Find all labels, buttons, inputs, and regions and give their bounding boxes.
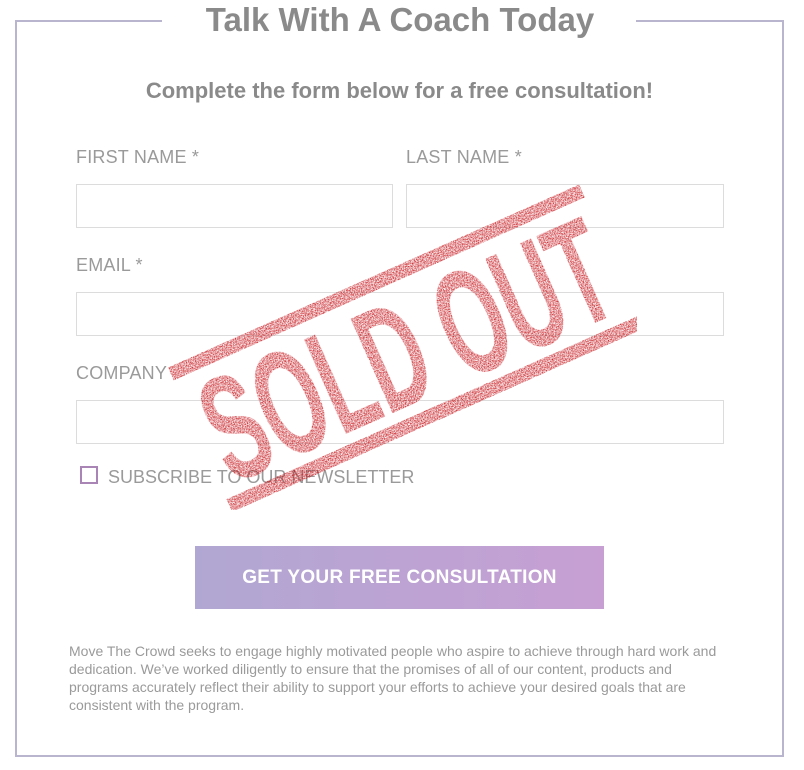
newsletter-label[interactable]: SUBSCRIBE TO OUR NEWSLETTER — [108, 467, 414, 488]
frame-right-line — [782, 20, 784, 757]
email-label: EMAIL * — [76, 255, 143, 275]
frame-top-left-line — [15, 20, 162, 22]
form-subtitle: Complete the form below for a free consu… — [145, 78, 654, 103]
newsletter-checkbox[interactable] — [80, 466, 98, 484]
disclaimer-text: Move The Crowd seeks to engage highly mo… — [69, 643, 717, 713]
frame-left-line — [15, 20, 17, 757]
first-name-field[interactable] — [76, 184, 393, 228]
stamp-group: SOLD OUT — [167, 184, 637, 510]
last-name-label: LAST NAME * — [406, 147, 522, 167]
get-consultation-button[interactable]: GET YOUR FREE CONSULTATION — [195, 546, 604, 609]
first-name-label: FIRST NAME * — [76, 147, 200, 167]
company-label: COMPANY — [76, 363, 168, 383]
last-name-field[interactable] — [406, 184, 724, 228]
frame-bottom-line — [15, 755, 784, 757]
email-field[interactable] — [76, 292, 724, 336]
frame-top-right-line — [636, 20, 784, 22]
company-field[interactable] — [76, 400, 724, 444]
page-title: Talk With A Coach Today — [205, 1, 595, 38]
stamp-text: SOLD OUT — [176, 186, 637, 510]
